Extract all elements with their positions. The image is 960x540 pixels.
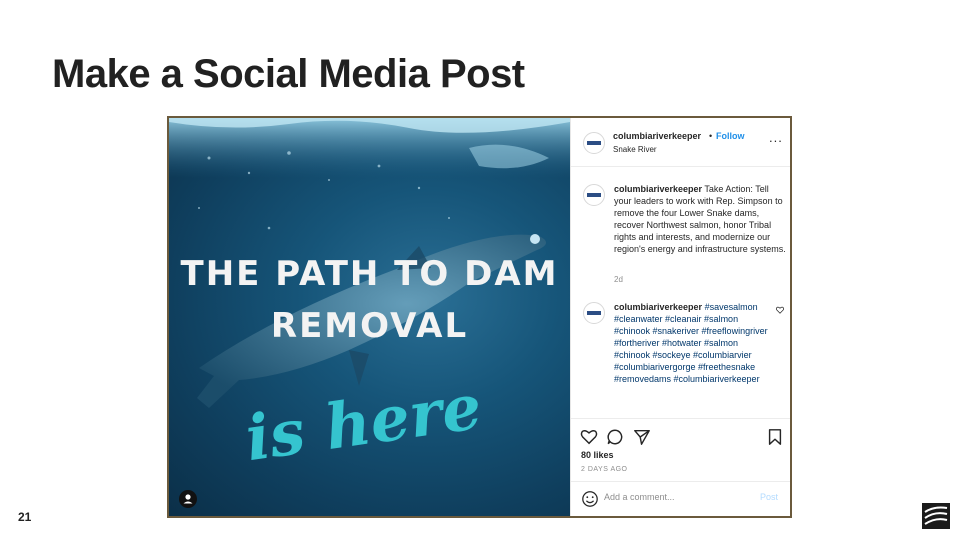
slide-title: Make a Social Media Post xyxy=(52,52,525,96)
post-comment-button[interactable]: Post xyxy=(760,492,778,502)
more-options-icon[interactable]: ... xyxy=(769,130,783,145)
caption-age: 2d xyxy=(614,275,623,284)
avatar[interactable] xyxy=(583,132,605,154)
add-comment-input[interactable] xyxy=(604,492,744,502)
comment-icon[interactable] xyxy=(606,428,624,446)
separator-dot: • xyxy=(709,131,713,141)
post-header: columbiariverkeeper • Follow Snake River… xyxy=(571,118,790,167)
comment-avatar[interactable] xyxy=(583,302,605,324)
heart-icon[interactable] xyxy=(580,428,598,446)
share-icon[interactable] xyxy=(633,428,651,446)
likes-count[interactable]: 80 likes xyxy=(581,450,614,460)
post-sidebar: columbiariverkeeper • Follow Snake River… xyxy=(570,118,790,516)
post-caption: columbiariverkeeper Take Action: Tell yo… xyxy=(614,183,786,255)
comment-hashtags[interactable]: #savesalmon #cleanwater #cleanair #salmo… xyxy=(614,302,768,384)
riverkeeper-logo xyxy=(922,503,950,529)
user-tag-icon[interactable] xyxy=(179,490,197,508)
post-actions: 80 likes 2 DAYS AGO Post xyxy=(571,418,790,516)
comment-username[interactable]: columbiariverkeeper xyxy=(614,302,702,312)
image-headline-line1: THE PATH TO DAM xyxy=(180,254,559,294)
caption-avatar[interactable] xyxy=(583,184,605,206)
caption-text: Take Action: Tell your leaders to work w… xyxy=(614,184,786,254)
caption-username[interactable]: columbiariverkeeper xyxy=(614,184,702,194)
follow-button[interactable]: Follow xyxy=(716,131,745,141)
slide-number: 21 xyxy=(18,510,32,524)
post-timestamp: 2 DAYS AGO xyxy=(581,466,628,473)
bookmark-icon[interactable] xyxy=(766,428,784,446)
post-author-username[interactable]: columbiariverkeeper xyxy=(613,131,701,141)
instagram-post: THE PATH TO DAM REMOVAL is here columbia… xyxy=(167,116,792,518)
comment: columbiariverkeeper #savesalmon #cleanwa… xyxy=(614,301,774,385)
add-comment-bar: Post xyxy=(571,481,790,516)
post-image[interactable]: THE PATH TO DAM REMOVAL is here xyxy=(169,118,570,516)
image-headline-line2: REMOVAL xyxy=(270,306,469,346)
smiley-icon[interactable] xyxy=(581,490,599,508)
post-location[interactable]: Snake River xyxy=(613,145,657,154)
comment-like-icon[interactable] xyxy=(776,306,784,314)
